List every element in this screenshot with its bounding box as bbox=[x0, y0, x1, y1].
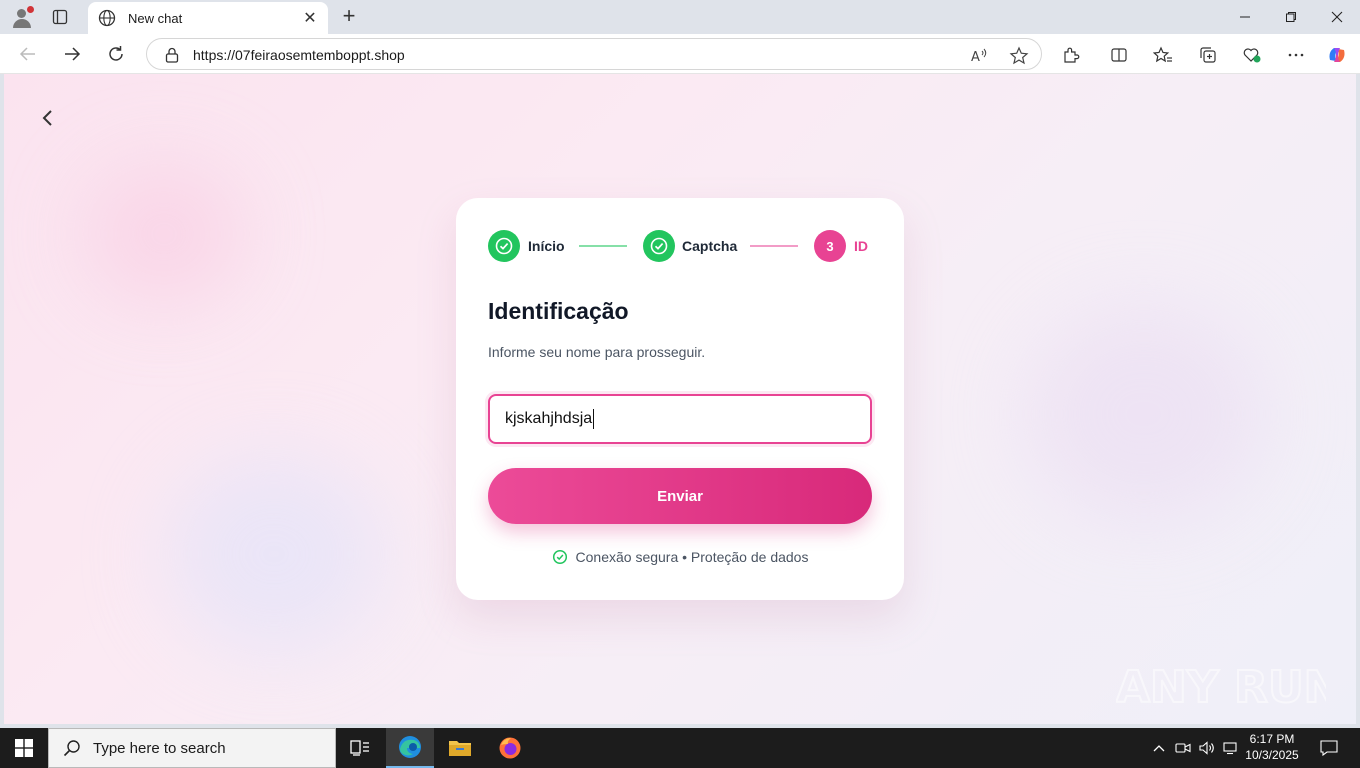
refresh-icon[interactable] bbox=[103, 42, 129, 66]
close-tab-icon[interactable]: ✕ bbox=[302, 10, 318, 27]
step-connector bbox=[750, 245, 798, 247]
svg-text:A: A bbox=[971, 50, 980, 65]
read-aloud-icon[interactable]: A bbox=[969, 46, 989, 66]
file-explorer-icon[interactable] bbox=[436, 728, 484, 768]
url-text[interactable]: https://07feiraosemtemboppt.shop bbox=[193, 47, 405, 63]
profile-icon[interactable] bbox=[8, 4, 36, 30]
edge-taskbar-icon[interactable] bbox=[386, 728, 434, 768]
browser-toolbar: https://07feiraosemtemboppt.shop A bbox=[0, 34, 1360, 74]
text-caret bbox=[593, 409, 595, 429]
page-subtitle: Informe seu nome para prosseguir. bbox=[488, 344, 706, 360]
notifications-icon[interactable] bbox=[1314, 728, 1344, 768]
secure-connection-text: Conexão segura • Proteção de dados bbox=[575, 549, 809, 565]
copilot-icon[interactable] bbox=[1326, 44, 1348, 66]
page-title: Identificação bbox=[488, 298, 629, 324]
address-bar[interactable]: https://07feiraosemtemboppt.shop A bbox=[146, 38, 1042, 70]
name-input-value: kjskahjhdsja bbox=[505, 410, 593, 427]
background-blob bbox=[84, 164, 244, 304]
taskbar-search-box[interactable]: Type here to search bbox=[48, 728, 336, 768]
tab-actions-icon[interactable] bbox=[48, 6, 72, 28]
clock-time: 6:17 PM bbox=[1249, 732, 1295, 746]
step-2-label: Captcha bbox=[682, 238, 738, 254]
close-window-button[interactable] bbox=[1314, 0, 1360, 34]
background-blob bbox=[164, 454, 384, 654]
check-circle-icon bbox=[552, 549, 567, 565]
submit-button[interactable]: Enviar bbox=[488, 468, 872, 524]
taskbar: Type here to search 6:17 PM 10/3/2025 bbox=[0, 728, 1360, 768]
search-placeholder: Type here to search bbox=[93, 739, 226, 757]
restore-button[interactable] bbox=[1268, 0, 1314, 34]
watermark-text: ANY RUN bbox=[1116, 662, 1326, 713]
background-blob bbox=[1024, 304, 1264, 524]
favorite-star-icon[interactable] bbox=[1009, 46, 1029, 66]
secure-connection-note: Conexão segura • Proteção de dados bbox=[456, 549, 904, 565]
progress-stepper: Início Captcha 3 ID bbox=[488, 230, 872, 262]
back-arrow-icon[interactable] bbox=[15, 42, 41, 66]
step-1-label: Início bbox=[528, 238, 565, 254]
search-icon bbox=[63, 740, 80, 757]
new-tab-button[interactable]: + bbox=[338, 5, 360, 27]
meet-now-icon[interactable] bbox=[1172, 728, 1194, 768]
forward-arrow-icon[interactable] bbox=[59, 42, 85, 66]
split-screen-icon[interactable] bbox=[1108, 44, 1130, 66]
step-3-label: ID bbox=[854, 238, 868, 254]
step-connector bbox=[579, 245, 627, 247]
step-2-check-icon bbox=[643, 230, 675, 262]
firefox-icon[interactable] bbox=[486, 728, 534, 768]
windows-start-icon[interactable] bbox=[0, 728, 48, 768]
lock-icon[interactable] bbox=[165, 47, 179, 63]
volume-icon[interactable] bbox=[1196, 728, 1218, 768]
show-hidden-icons-chevron-icon[interactable] bbox=[1148, 728, 1170, 768]
more-options-icon[interactable] bbox=[1285, 44, 1307, 66]
extensions-icon[interactable] bbox=[1060, 44, 1082, 66]
task-view-icon[interactable] bbox=[336, 728, 384, 768]
browser-essentials-icon[interactable] bbox=[1241, 44, 1263, 66]
anyrun-watermark-logo: ANY RUN bbox=[1116, 661, 1326, 714]
collections-icon[interactable] bbox=[1197, 44, 1219, 66]
step-3-number: 3 bbox=[814, 230, 846, 262]
globe-icon bbox=[98, 9, 116, 27]
tab-strip: New chat ✕ + bbox=[0, 0, 1360, 34]
page-viewport: Início Captcha 3 ID Identificação Inform… bbox=[4, 74, 1356, 724]
tab-title: New chat bbox=[128, 10, 183, 26]
minimize-button[interactable] bbox=[1222, 0, 1268, 34]
system-clock[interactable]: 6:17 PM 10/3/2025 bbox=[1236, 731, 1308, 763]
clock-date: 10/3/2025 bbox=[1245, 748, 1299, 762]
name-input[interactable]: kjskahjhdsja bbox=[488, 394, 872, 444]
step-1-check-icon bbox=[488, 230, 520, 262]
identification-card: Início Captcha 3 ID Identificação Inform… bbox=[456, 198, 904, 600]
browser-tab[interactable]: New chat ✕ bbox=[88, 2, 328, 34]
back-chevron-icon[interactable] bbox=[40, 108, 56, 128]
favorites-icon[interactable] bbox=[1152, 44, 1174, 66]
